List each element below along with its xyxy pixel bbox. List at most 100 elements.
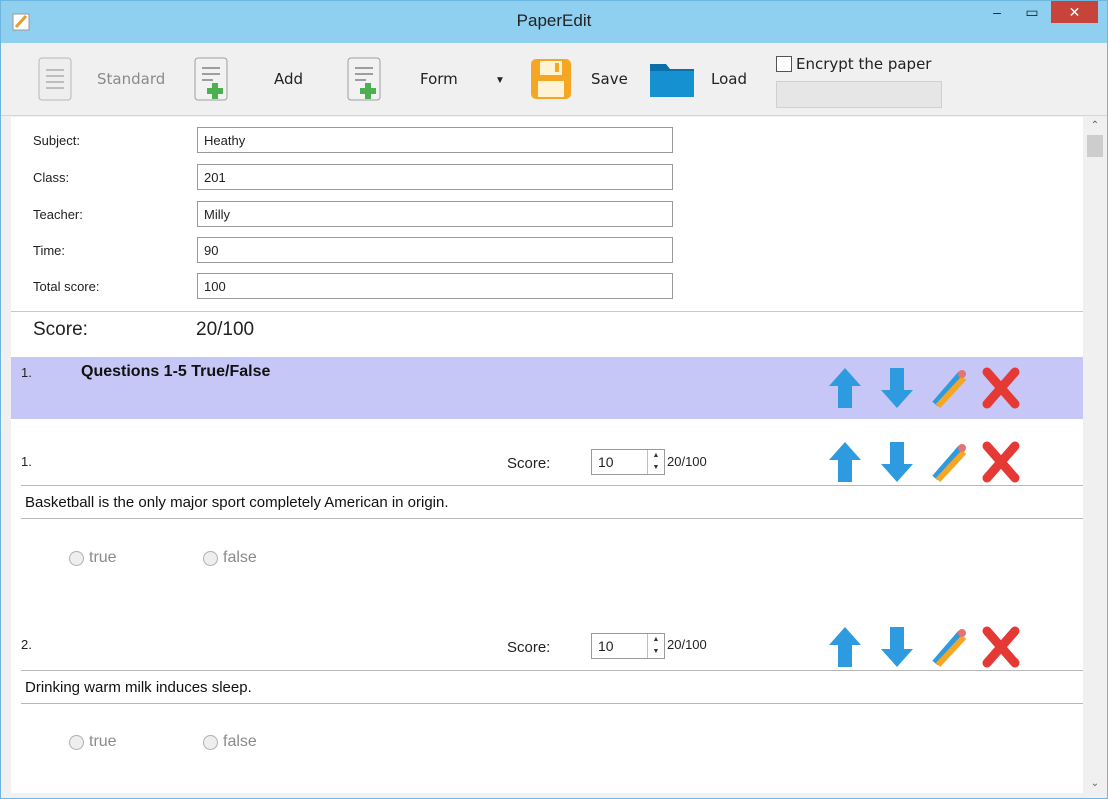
arrow-down-icon <box>881 627 913 667</box>
encrypt-checkbox[interactable]: Encrypt the paper <box>776 55 931 73</box>
app-window: PaperEdit – ▭ ✕ Standard Add Form ▼ Save… <box>0 0 1108 799</box>
scroll-up-icon[interactable]: ⌃ <box>1085 117 1105 135</box>
standard-label: Standard <box>97 70 166 88</box>
save-label: Save <box>591 70 628 88</box>
move-up-button[interactable] <box>819 439 871 485</box>
add-button[interactable]: Add <box>193 53 303 105</box>
toolbar: Standard Add Form ▼ Save Load Encrypt th… <box>1 43 1107 116</box>
scroll-down-icon[interactable]: ⌄ <box>1085 775 1105 793</box>
total-score-input[interactable]: 100 <box>197 273 673 299</box>
subject-row: Subject: Heathy <box>11 127 711 155</box>
delete-button[interactable] <box>975 365 1027 411</box>
encrypt-password-field[interactable] <box>776 81 942 108</box>
radio-circle-icon <box>203 734 218 750</box>
delete-x-icon <box>982 367 1020 409</box>
option-label: true <box>89 733 117 750</box>
divider <box>11 311 1083 312</box>
teacher-input[interactable]: Milly <box>197 201 673 227</box>
question-2-score-value: 10 <box>598 638 614 654</box>
teacher-row: Teacher: Milly <box>11 201 711 229</box>
class-row: Class: 201 <box>11 164 711 192</box>
document-icon <box>38 57 72 101</box>
window-title: PaperEdit <box>516 11 592 30</box>
delete-button[interactable] <box>975 624 1027 670</box>
option-label: false <box>223 733 257 750</box>
question-2-text[interactable]: Drinking warm milk induces sleep. <box>21 670 1083 704</box>
load-button[interactable]: Load <box>647 53 747 105</box>
total-score-row: Total score: 100 <box>11 273 711 301</box>
question-2-options: true false <box>69 733 337 751</box>
arrow-up-icon <box>829 368 861 408</box>
option-label: true <box>89 549 117 566</box>
option-true-radio[interactable]: true <box>69 733 203 751</box>
radio-circle-icon <box>69 734 84 750</box>
save-button[interactable]: Save <box>529 53 628 105</box>
time-input[interactable]: 90 <box>197 237 673 263</box>
section-header[interactable]: 1. Questions 1-5 True/False <box>11 357 1083 419</box>
form-button[interactable]: Form <box>346 53 458 105</box>
time-row: Time: 90 <box>11 237 711 265</box>
question-1-actions <box>819 439 1027 485</box>
subject-label: Subject: <box>33 133 80 148</box>
option-true-radio[interactable]: true <box>69 549 203 567</box>
standard-button[interactable]: Standard <box>37 53 165 105</box>
minimize-button[interactable]: – <box>983 1 1011 23</box>
section-number: 1. <box>21 365 32 380</box>
delete-button[interactable] <box>975 439 1027 485</box>
question-2-score-label: Score: <box>507 639 551 656</box>
move-up-button[interactable] <box>819 365 871 411</box>
arrow-up-icon <box>829 442 861 482</box>
question-1-score-stepper[interactable]: 10 ▲ ▼ <box>591 449 665 475</box>
move-down-button[interactable] <box>871 439 923 485</box>
edit-pencil-icon <box>932 629 967 668</box>
edit-button[interactable] <box>923 365 975 411</box>
maximize-button[interactable]: ▭ <box>1017 1 1047 23</box>
section-actions <box>819 365 1027 411</box>
move-up-button[interactable] <box>819 624 871 670</box>
section-title: Questions 1-5 True/False <box>81 363 271 380</box>
move-down-button[interactable] <box>871 365 923 411</box>
option-false-radio[interactable]: false <box>203 549 337 567</box>
edit-button[interactable] <box>923 624 975 670</box>
question-1-options: true false <box>69 549 337 567</box>
close-button[interactable]: ✕ <box>1051 1 1098 23</box>
form-dropdown-arrow-icon[interactable]: ▼ <box>495 75 505 86</box>
time-label: Time: <box>33 243 66 258</box>
question-2-fraction: 20/100 <box>667 637 707 652</box>
question-1-score-label: Score: <box>507 455 551 472</box>
paper-content: Subject: Heathy Class: 201 Teacher: Mill… <box>11 117 1083 793</box>
add-document-icon <box>194 57 228 101</box>
question-2-number: 2. <box>21 637 32 652</box>
vertical-scrollbar[interactable]: ⌃ ⌄ <box>1085 117 1105 793</box>
add-label: Add <box>274 70 304 88</box>
class-label: Class: <box>33 170 70 185</box>
edit-button[interactable] <box>923 439 975 485</box>
load-label: Load <box>711 70 747 88</box>
total-score-label: Total score: <box>33 279 100 294</box>
question-1-fraction: 20/100 <box>667 454 707 469</box>
option-false-radio[interactable]: false <box>203 733 337 751</box>
question-1-text[interactable]: Basketball is the only major sport compl… <box>21 485 1083 519</box>
arrow-up-icon <box>829 627 861 667</box>
teacher-label: Teacher: <box>33 207 83 222</box>
arrow-down-icon <box>881 442 913 482</box>
edit-pencil-icon <box>932 444 967 483</box>
question-2-score-stepper[interactable]: 10 ▲ ▼ <box>591 633 665 659</box>
radio-circle-icon <box>203 550 218 566</box>
class-input[interactable]: 201 <box>197 164 673 190</box>
floppy-disk-icon <box>531 59 571 99</box>
arrow-down-icon <box>881 368 913 408</box>
delete-x-icon <box>982 441 1020 483</box>
scroll-thumb[interactable] <box>1087 135 1103 157</box>
add-form-icon <box>347 57 381 101</box>
title-bar: PaperEdit – ▭ ✕ <box>1 1 1107 43</box>
subject-input[interactable]: Heathy <box>197 127 673 153</box>
folder-icon <box>650 64 694 97</box>
move-down-button[interactable] <box>871 624 923 670</box>
stepper-arrows-icon[interactable]: ▲ ▼ <box>647 450 664 474</box>
question-2-actions <box>819 624 1027 670</box>
stepper-arrows-icon[interactable]: ▲ ▼ <box>647 634 664 658</box>
score-label: Score: <box>33 319 88 340</box>
question-1-number: 1. <box>21 454 32 469</box>
checkbox-box[interactable] <box>776 56 792 72</box>
